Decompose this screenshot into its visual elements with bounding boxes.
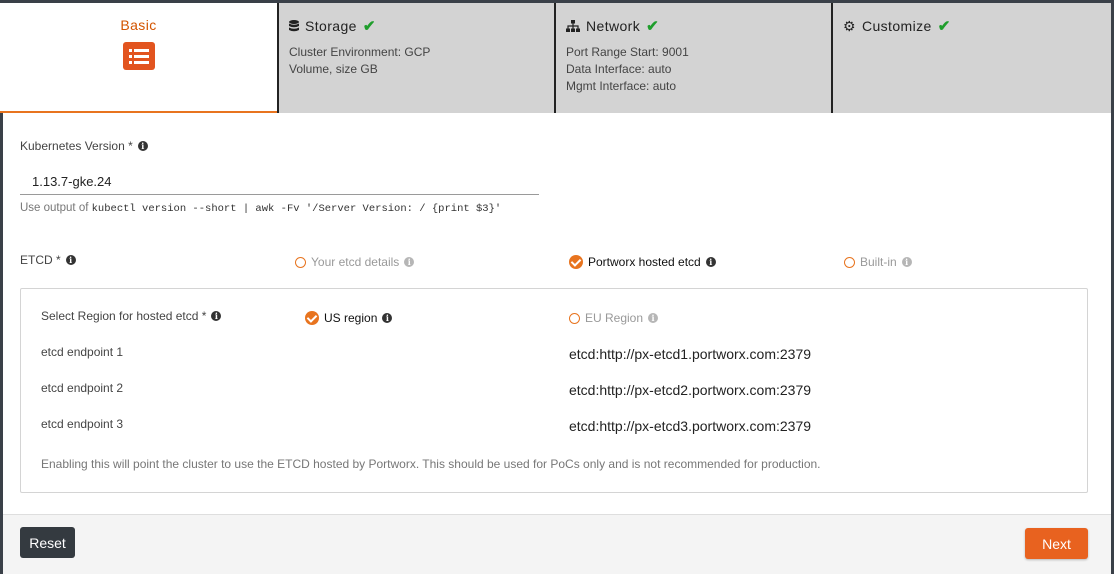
etcd-label-text: ETCD * xyxy=(20,253,61,267)
radio-checked-icon[interactable] xyxy=(569,255,583,269)
endpoint-1-label: etcd endpoint 1 xyxy=(41,345,124,359)
radio-circle-icon[interactable] xyxy=(295,256,306,268)
region-label-text: Select Region for hosted etcd * xyxy=(41,309,207,323)
hint-command: kubectl version --short | awk -Fv '/Serv… xyxy=(91,203,502,215)
check-icon: ✔ xyxy=(937,18,951,35)
endpoint-1-value: etcd:http://px-etcd1.portworx.com:2379 xyxy=(569,346,812,362)
region-label: Select Region for hosted etcd * i xyxy=(41,309,222,323)
info-icon[interactable]: i xyxy=(705,257,716,267)
step-storage-title: Storage ✔ xyxy=(289,17,544,35)
info-icon[interactable]: i xyxy=(382,313,393,323)
list-icon xyxy=(122,42,155,70)
step-network[interactable]: Network ✔ Port Range Start: 9001 Data In… xyxy=(554,3,831,113)
step-network-title: Network ✔ xyxy=(566,17,821,35)
etcd-option-built-in[interactable]: Built-in i xyxy=(844,255,912,269)
network-summary-data-interface: Data Interface: auto xyxy=(566,62,672,76)
region-option-us[interactable]: US region i xyxy=(305,311,393,325)
region-option-eu[interactable]: EU Region i xyxy=(569,311,659,325)
hint-prefix: Use output of xyxy=(20,202,89,214)
radio-checked-icon[interactable] xyxy=(305,311,319,325)
kubernetes-version-label: Kubernetes Version * i xyxy=(20,139,148,153)
next-button[interactable]: Next xyxy=(1025,528,1088,559)
etcd-option-label: Your etcd details xyxy=(311,255,400,269)
gear-icon: ⚙ xyxy=(843,17,856,34)
step-customize[interactable]: ⚙ Customize ✔ xyxy=(831,3,1111,113)
region-option-label: US region xyxy=(324,311,378,325)
step-storage-label: Storage xyxy=(305,18,357,34)
check-icon: ✔ xyxy=(362,18,376,35)
database-icon xyxy=(289,20,299,32)
storage-summary-environment: Cluster Environment: GCP xyxy=(289,45,431,59)
etcd-option-portworx-hosted[interactable]: Portworx hosted etcd i xyxy=(569,255,716,269)
info-icon[interactable]: i xyxy=(211,311,222,321)
step-storage[interactable]: Storage ✔ Cluster Environment: GCP Volum… xyxy=(277,3,554,113)
step-network-label: Network xyxy=(586,18,641,34)
info-icon[interactable]: i xyxy=(137,141,148,151)
endpoint-3-label: etcd endpoint 3 xyxy=(41,417,124,431)
step-customize-title: ⚙ Customize ✔ xyxy=(843,17,1101,36)
info-icon[interactable]: i xyxy=(901,257,912,267)
storage-summary-volume: Volume, size GB xyxy=(289,62,378,76)
reset-button[interactable]: Reset xyxy=(20,527,75,558)
region-option-label: EU Region xyxy=(585,311,644,325)
endpoint-2-label: etcd endpoint 2 xyxy=(41,381,124,395)
info-icon[interactable]: i xyxy=(648,313,659,323)
check-icon: ✔ xyxy=(646,18,660,35)
sitemap-icon xyxy=(566,20,580,32)
radio-circle-icon[interactable] xyxy=(844,256,855,268)
step-basic-title: Basic xyxy=(10,17,267,33)
kubernetes-version-label-text: Kubernetes Version * xyxy=(20,139,133,153)
etcd-option-your-details[interactable]: Your etcd details i xyxy=(295,255,415,269)
etcd-option-label: Portworx hosted etcd xyxy=(588,255,701,269)
network-summary-port: Port Range Start: 9001 xyxy=(566,45,689,59)
wizard-steps: Basic Storage ✔ Cluster Environment: GCP… xyxy=(0,3,1111,113)
etcd-label: ETCD * i xyxy=(20,253,76,267)
info-icon[interactable]: i xyxy=(404,257,415,267)
step-basic-label: Basic xyxy=(120,17,157,33)
kubernetes-version-input[interactable] xyxy=(20,168,539,195)
endpoint-3-value: etcd:http://px-etcd3.portworx.com:2379 xyxy=(569,418,812,434)
step-customize-label: Customize xyxy=(861,18,932,34)
kubernetes-version-hint: Use output of kubectl version --short | … xyxy=(20,202,501,215)
hosted-etcd-note: Enabling this will point the cluster to … xyxy=(41,457,821,471)
network-summary-mgmt-interface: Mgmt Interface: auto xyxy=(566,79,677,93)
endpoint-2-value: etcd:http://px-etcd2.portworx.com:2379 xyxy=(569,382,812,398)
info-icon[interactable]: i xyxy=(65,255,76,265)
etcd-option-label: Built-in xyxy=(860,255,897,269)
radio-circle-icon[interactable] xyxy=(569,312,580,324)
step-basic[interactable]: Basic xyxy=(0,3,277,113)
wizard-footer: Reset Next xyxy=(3,514,1111,574)
